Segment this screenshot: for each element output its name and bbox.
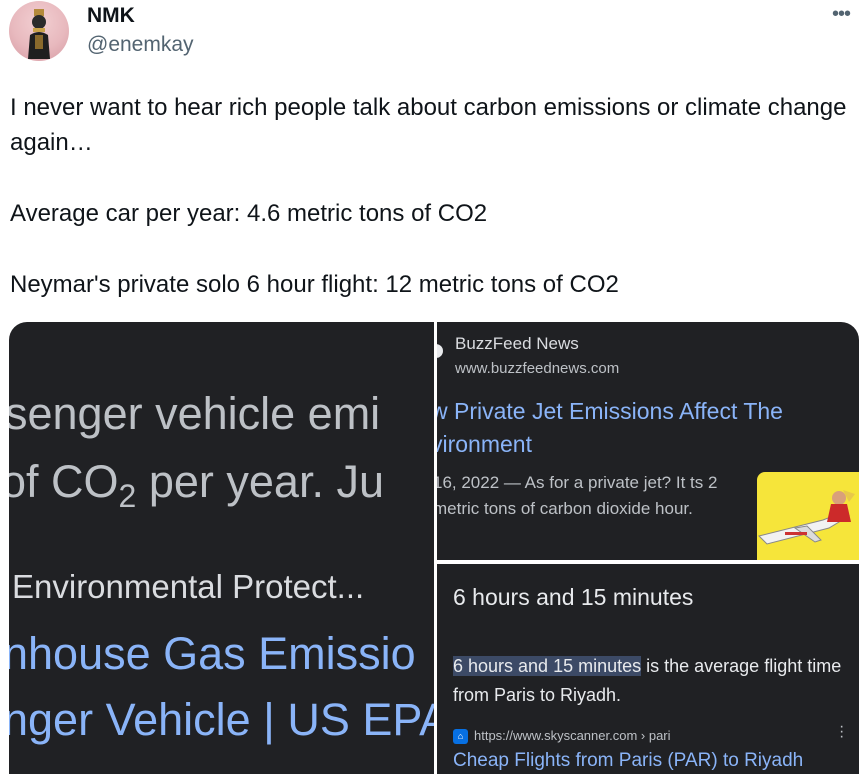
result-source-url: www.buzzfeednews.com	[455, 360, 620, 377]
answer-highlight: 6 hours and 15 minutes	[453, 656, 642, 676]
answer-heading: 6 hours and 15 minutes	[453, 584, 694, 610]
result-thumbnail-jet-image	[757, 472, 859, 560]
result-snippet: 16, 2022 — As for a private jet? It ts 2…	[437, 473, 718, 518]
result-title: w Private Jet Emissions Affect The viron…	[437, 398, 783, 457]
tweet-paragraph-3: Neymar's private solo 6 hour flight: 12 …	[10, 271, 619, 298]
result-source-name: BuzzFeed News	[455, 334, 579, 353]
site-favicon-icon	[437, 344, 443, 358]
epa-text-line-1: senger vehicle emi	[9, 388, 381, 439]
citation: ⌂ https://www.skyscanner.com › pari	[453, 728, 671, 745]
tweet-media-grid[interactable]: senger vehicle emi of CO2 per year. Ju E…	[9, 322, 859, 774]
author-display-name[interactable]: NMK	[87, 4, 135, 28]
epa-result-title-line-1: nhouse Gas Emissio	[9, 628, 416, 679]
media-image-buzzfeed-result[interactable]: BuzzFeed News www.buzzfeednews.com w Pri…	[437, 322, 859, 560]
media-image-epa-search[interactable]: senger vehicle emi of CO2 per year. Ju E…	[9, 322, 434, 774]
citation-result-title: Cheap Flights from Paris (PAR) to Riyadh	[453, 750, 804, 771]
private-jet-icon	[758, 490, 855, 545]
more-horizontal-icon[interactable]: •••	[832, 4, 851, 24]
media-image-flight-time-answer[interactable]: 6 hours and 15 minutes 6 hours and 15 mi…	[437, 564, 859, 774]
more-vertical-icon[interactable]: · · ·	[839, 719, 844, 745]
author-handle[interactable]: @enemkay	[87, 33, 194, 57]
epa-result-title-line-2: nger Vehicle | US EPA	[9, 694, 434, 745]
citation-url: https://www.skyscanner.com	[474, 728, 638, 743]
skyscanner-favicon-icon: ⌂	[453, 729, 468, 745]
epa-source-label: Environmental Protect...	[12, 568, 365, 605]
answer-text: 6 hours and 15 minutes is the average fl…	[453, 652, 853, 710]
citation-path: › pari	[637, 728, 671, 743]
tweet-paragraph-2: Average car per year: 4.6 metric tons of…	[10, 200, 488, 227]
tweet-text: I never want to hear rich people talk ab…	[10, 90, 850, 302]
avatar-figure-icon	[28, 9, 50, 59]
avatar[interactable]	[9, 1, 69, 61]
tweet-paragraph-1: I never want to hear rich people talk ab…	[10, 94, 847, 156]
epa-text-line-2: of CO2 per year. Ju	[9, 456, 384, 514]
